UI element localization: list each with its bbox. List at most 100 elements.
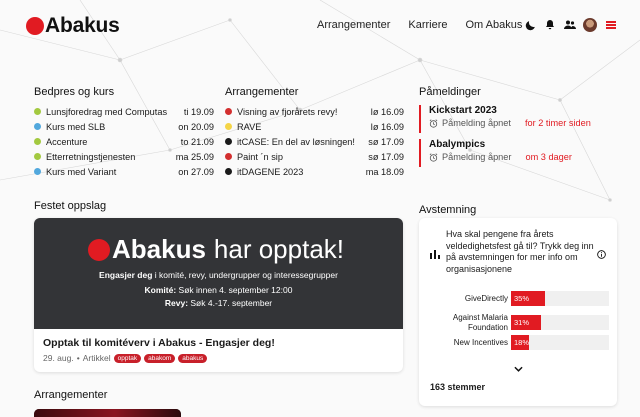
bedpres-item-date: on 27.09 [178,166,214,177]
poll-section-title: Avstemning [419,204,477,216]
featured-article-title[interactable]: Opptak til komitéverv i Abakus - Engasje… [43,337,275,349]
users-icon[interactable] [562,17,578,33]
bedpres-item[interactable]: Accenture to 21.09 [34,134,214,149]
banner-logo-dot [88,238,110,261]
poll-option-percent: 31% [514,318,530,327]
banner-line-1: Engasjer deg i komité, revy, undergruppe… [99,270,338,280]
alarm-clock-icon [429,152,438,162]
logo-text: Abakus [45,14,120,37]
poll-option-percent: 35% [514,294,530,303]
arrangement-item[interactable]: Paint ´n sip sø 17.09 [225,149,404,164]
registration-status: Påmelding åpner [442,152,512,162]
bedpres-item[interactable]: Etterretningstjenesten ma 25.09 [34,149,214,164]
registration-item[interactable]: Kickstart 2023 Påmelding åpnet for 2 timer… [419,105,619,133]
registration-status-row: Påmelding åpner om 3 dager [429,152,619,162]
featured-article-card[interactable]: Abakus har opptak! Engasjer deg i komité… [34,218,403,372]
tag-abakus[interactable]: abakus [178,353,208,363]
poll-option-bar: 18% [511,335,609,350]
arrangement-item-name: RAVE [237,121,262,132]
poll-card[interactable]: Hva skal pengene fra årets veldedighetsf… [419,218,617,406]
bedpres-item-date: to 21.09 [180,136,214,147]
event-card-image[interactable] [34,409,181,417]
main-nav: Arrangementer Karriere Om Abakus [317,19,540,31]
arrangement-item-name: itDAGENE 2023 [237,166,304,177]
menu-icon[interactable] [606,21,616,29]
poll-option-label: GiveDirectly [464,293,508,303]
arrangement-item[interactable]: itCASE: En del av løsningen! sø 17.09 [225,134,404,149]
bedpres-title: Bedpres og kurs [34,86,115,98]
poll-total-votes: 163 stemmer [430,382,486,392]
poll-option[interactable]: Against Malaria Foundation 31% [427,313,609,332]
header-icons [522,17,616,33]
registration-time: for 2 timer siden [524,118,591,128]
poll-option-bar: 31% [511,315,609,330]
chevron-down-icon[interactable] [514,366,523,372]
pameldinger-title: Påmeldinger [419,86,481,98]
featured-banner: Abakus har opptak! Engasjer deg i komité… [34,218,403,329]
nav-link-arrangementer[interactable]: Arrangementer [317,19,390,31]
meta-separator: • [76,353,80,363]
info-icon[interactable] [597,250,606,259]
poll-option[interactable]: GiveDirectly 35% [427,291,609,306]
event-color-dot [225,138,232,145]
arrangement-item-name: itCASE: En del av løsningen! [237,136,355,147]
top-header: Abakus Arrangementer Karriere Om Abakus [0,0,640,54]
nav-link-om-abakus[interactable]: Om Abakus [466,19,523,31]
banner-brand: Abakus [112,234,206,264]
arrangement-item-name: Visning av fjorårets revy! [237,106,338,117]
pameldinger-list: Kickstart 2023 Påmelding åpnet for 2 timer… [419,105,619,167]
tag-abakom[interactable]: abakom [144,353,176,363]
bedpres-item-name: Lunsjforedrag med Computas [46,106,168,117]
bedpres-list: Lunsjforedrag med Computas ti 19.09 Kurs m… [34,104,214,179]
bell-icon[interactable] [542,17,558,33]
poll-option-label: New Incentives [453,337,508,347]
banner-headline-text: har opptak! [213,234,345,264]
bedpres-item-name: Kurs med SLB [46,121,106,132]
poll-option-percent: 18% [514,338,530,347]
arrangement-item-date: sø 17.09 [368,151,404,162]
event-color-dot [34,123,41,130]
arrangement-item-date: lø 16.09 [370,106,404,117]
poll-question: Hva skal pengene fra årets veldedighetsf… [446,229,594,274]
moon-icon[interactable] [522,17,538,33]
banner-headline: Abakus har opptak! [88,234,344,265]
arrangement-item-date: lø 16.09 [370,121,404,132]
event-color-dot [225,153,232,160]
event-color-dot [34,168,41,175]
bedpres-item[interactable]: Lunsjforedrag med Computas ti 19.09 [34,104,214,119]
arrangementer-section: Arrangementer Visning av fjorårets revy!… [225,86,404,179]
poll-option-bar: 35% [511,291,609,306]
arrangement-item[interactable]: Visning av fjorårets revy! lø 16.09 [225,104,404,119]
pameldinger-section: Påmeldinger Kickstart 2023 Påmelding åpne… [419,86,619,173]
abakus-logo[interactable]: Abakus [26,14,120,38]
arrangement-item[interactable]: RAVE lø 16.09 [225,119,404,134]
tag-opptak[interactable]: opptak [113,353,142,363]
avatar[interactable] [582,17,598,33]
poll-option-label: Against Malaria Foundation [452,313,508,332]
poll-option[interactable]: New Incentives 18% [427,335,609,350]
registration-title: Abalympics [429,139,486,150]
bedpres-item-name: Accenture [46,136,88,147]
bedpres-section: Bedpres og kurs Lunsjforedrag med Comput… [34,86,214,179]
event-color-dot [225,123,232,130]
banner-line-2: Komité: Søk innen 4. september 12:00 [144,285,293,295]
registration-item[interactable]: Abalympics Påmelding åpner om 3 dager [419,139,619,167]
logo-dot [26,17,44,35]
arrangementer-title: Arrangementer [225,86,299,98]
arrangement-item[interactable]: itDAGENE 2023 ma 18.09 [225,164,404,179]
event-color-dot [34,153,41,160]
event-color-dot [225,168,232,175]
bedpres-item[interactable]: Kurs med SLB on 20.09 [34,119,214,134]
bedpres-item-name: Etterretningstjenesten [46,151,136,162]
featured-section-title: Festet oppslag [34,200,107,212]
registration-status: Påmelding åpnet [442,118,511,128]
nav-link-karriere[interactable]: Karriere [408,19,447,31]
bar-chart-icon [430,250,440,259]
alarm-clock-icon [429,118,438,128]
bedpres-item-name: Kurs med Variant [46,166,117,177]
banner-line-3: Revy: Søk 4.-17. september [164,298,273,308]
arrangement-item-date: sø 17.09 [368,136,404,147]
bedpres-item[interactable]: Kurs med Variant on 27.09 [34,164,214,179]
featured-article-date: 29. aug. [43,353,74,363]
event-color-dot [34,108,41,115]
